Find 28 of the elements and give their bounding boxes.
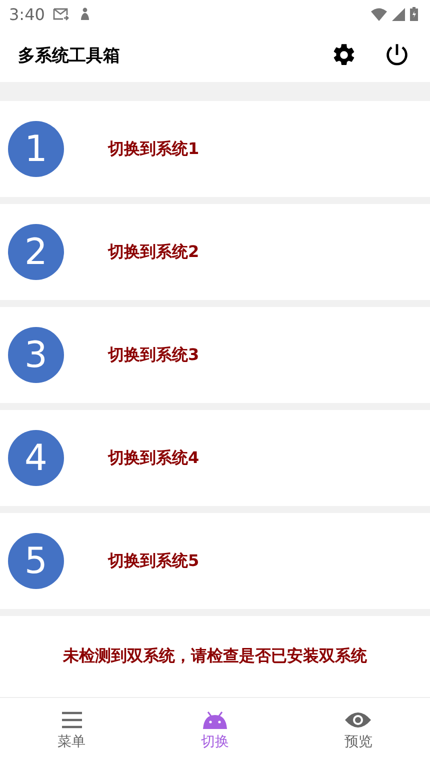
system-card[interactable]: 2 切换到系统2 — [0, 204, 430, 300]
power-icon[interactable] — [384, 42, 410, 68]
app-title: 多系统工具箱 — [18, 44, 120, 66]
person-icon — [78, 7, 91, 21]
system-card[interactable]: 4 切换到系统4 — [0, 410, 430, 506]
menu-icon — [60, 711, 84, 729]
mail-icon — [52, 8, 69, 20]
warning-message: 未检测到双系统，请检查是否已安装双系统 — [63, 646, 367, 667]
number-badge: 2 — [8, 224, 64, 280]
android-icon — [200, 711, 229, 729]
switch-label: 切换到系统5 — [108, 550, 200, 572]
system-card[interactable]: 5 切换到系统5 — [0, 513, 430, 609]
status-time: 3:40 — [9, 4, 45, 24]
number-badge: 1 — [8, 121, 64, 177]
eye-icon — [344, 711, 372, 729]
switch-label: 切换到系统3 — [108, 344, 200, 366]
system-card[interactable]: 3 切换到系统3 — [0, 307, 430, 403]
signal-icon — [392, 8, 405, 20]
number-badge: 4 — [8, 430, 64, 486]
number-badge: 3 — [8, 327, 64, 383]
battery-icon — [410, 7, 418, 21]
switch-label: 切换到系统2 — [108, 242, 200, 262]
switch-label: 切换到系统4 — [108, 448, 200, 468]
system-card[interactable]: 1 切换到系统1 — [0, 101, 430, 197]
switch-label: 切换到系统1 — [108, 138, 200, 160]
settings-icon[interactable] — [331, 42, 357, 68]
wifi-icon — [371, 8, 387, 20]
number-badge: 5 — [8, 533, 64, 589]
